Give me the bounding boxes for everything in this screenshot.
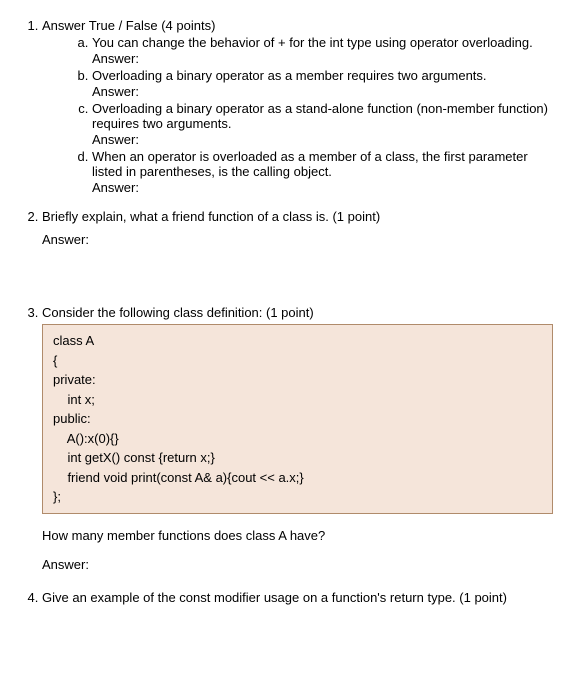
q1-a-answer-label: Answer:	[92, 51, 553, 66]
code-line-8: friend void print(const A& a){cout << a.…	[53, 468, 542, 488]
q1-prompt: Answer True / False (4 points)	[42, 18, 553, 33]
q1-item-a: You can change the behavior of + for the…	[92, 35, 553, 66]
q3-followup: How many member functions does class A h…	[42, 528, 553, 543]
q1-item-c: Overloading a binary operator as a stand…	[92, 101, 553, 147]
code-line-2: {	[53, 351, 542, 371]
q1-b-answer-label: Answer:	[92, 84, 553, 99]
q1-c-answer-label: Answer:	[92, 132, 553, 147]
question-2: Briefly explain, what a friend function …	[42, 209, 553, 291]
code-line-3: private:	[53, 370, 542, 390]
q1-a-text: You can change the behavior of + for the…	[92, 35, 533, 50]
q4-prompt: Give an example of the const modifier us…	[42, 590, 507, 605]
q2-answer-label: Answer:	[42, 232, 553, 247]
q1-item-b: Overloading a binary operator as a membe…	[92, 68, 553, 99]
q1-item-d: When an operator is overloaded as a memb…	[92, 149, 553, 195]
question-1: Answer True / False (4 points) You can c…	[42, 18, 553, 195]
questions-list: Answer True / False (4 points) You can c…	[20, 18, 553, 605]
code-box: class A { private: int x; public: A():x(…	[42, 324, 553, 514]
q1-b-text: Overloading a binary operator as a membe…	[92, 68, 487, 83]
code-line-1: class A	[53, 331, 542, 351]
q1-c-text: Overloading a binary operator as a stand…	[92, 101, 548, 131]
question-3: Consider the following class definition:…	[42, 305, 553, 572]
q1-d-answer-label: Answer:	[92, 180, 553, 195]
code-line-5: public:	[53, 409, 542, 429]
q3-answer-label: Answer:	[42, 557, 553, 572]
code-line-7: int getX() const {return x;}	[53, 448, 542, 468]
code-line-6: A():x(0){}	[53, 429, 542, 449]
q1-d-text: When an operator is overloaded as a memb…	[92, 149, 528, 179]
q1-sublist: You can change the behavior of + for the…	[42, 35, 553, 195]
question-4: Give an example of the const modifier us…	[42, 590, 553, 605]
code-line-10: };	[53, 487, 542, 507]
q2-answer-space	[42, 247, 553, 291]
code-line-4: int x;	[53, 390, 542, 410]
q3-prompt: Consider the following class definition:…	[42, 305, 314, 320]
q2-prompt: Briefly explain, what a friend function …	[42, 209, 380, 224]
